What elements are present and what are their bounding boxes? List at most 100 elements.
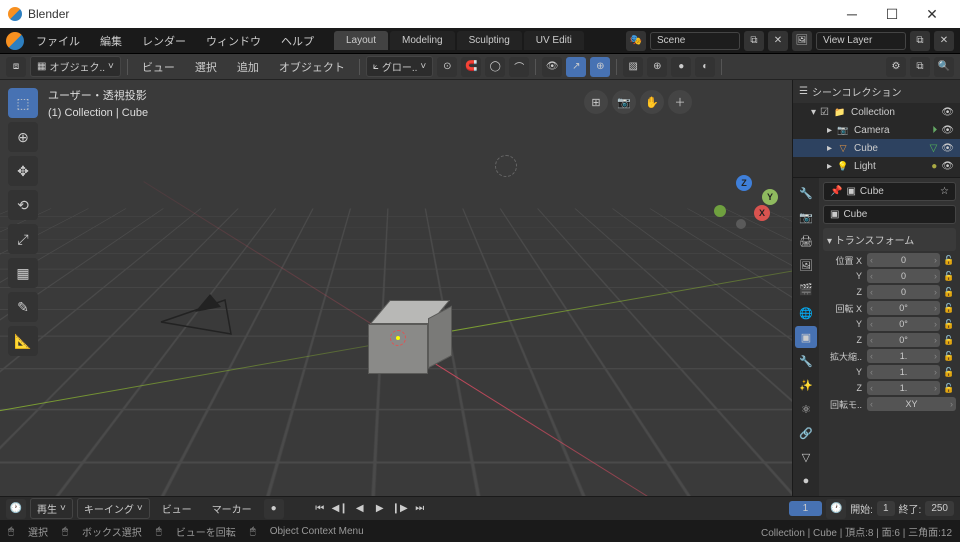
menu-help[interactable]: ヘルプ [273,30,322,52]
tab-physics[interactable]: ⚛ [795,398,817,420]
tool-move[interactable]: ✥ [8,156,38,186]
pivot-icon[interactable]: ⊙ [437,57,457,77]
timeline-view[interactable]: ビュー [154,498,200,519]
vp-grid-icon[interactable]: ⊞ [584,90,608,114]
camera-object[interactable] [155,290,245,345]
end-frame[interactable]: 250 [925,501,954,516]
rot-z-input[interactable]: 0° [867,333,940,347]
gizmo-y[interactable]: Y [762,189,778,205]
tab-layout[interactable]: Layout [334,31,388,50]
menu-select[interactable]: 選択 [187,56,225,78]
vp-pan-icon[interactable]: ✋ [640,90,664,114]
data-name-field[interactable]: ▣Cube [823,205,956,224]
minimize-button[interactable]: ─ [832,0,872,28]
scene-name-input[interactable] [650,32,740,50]
tab-material[interactable]: ● [795,470,817,492]
clock-icon[interactable]: 🕐 [826,499,846,519]
mode-select[interactable]: ▦オブジェク..˅ [30,56,121,77]
gizmo-z[interactable]: Z [736,175,752,191]
timeline-editor-icon[interactable]: 🕐 [6,499,26,519]
outliner-item-light[interactable]: ▸💡 Light ●👁 [793,157,960,175]
panel-transform-header[interactable]: ▾ トランスフォーム [823,228,956,251]
vp-camera-icon[interactable]: 📷 [612,90,636,114]
new-scene-icon[interactable]: ⧉ [744,31,764,51]
tool-measure[interactable]: 📐 [8,326,38,356]
tab-modifier[interactable]: 🔧 [795,350,817,372]
shading-solid-icon[interactable]: ● [671,57,691,77]
outliner-collection[interactable]: ▾☑📁 Collection 👁 [793,103,960,121]
snapping-icon[interactable]: ⌒ [509,57,529,77]
prev-key-icon[interactable]: ◀❙ [332,501,348,517]
filter-icon[interactable]: ⧉ [910,57,930,77]
scale-y-input[interactable]: 1. [867,365,940,379]
nav-gizmo[interactable]: Z X Y [714,175,774,235]
lock-icon[interactable]: 🔓 [942,255,956,266]
tab-scene[interactable]: 🎬 [795,278,817,300]
delete-scene-icon[interactable]: ✕ [768,31,788,51]
tab-data[interactable]: ▽ [795,446,817,468]
delete-layer-icon[interactable]: ✕ [934,31,954,51]
object-name-field[interactable]: 📌 ▣Cube ☆ [823,182,956,201]
loc-z-input[interactable]: 0 [867,285,940,299]
play-rev-icon[interactable]: ◀ [352,501,368,517]
3d-viewport[interactable]: ⬚ ⊕ ✥ ⟲ ⤢ ▦ ✎ 📐 ユーザー・透視投影 (1) Collection… [0,80,792,496]
visibility-icon[interactable]: 👁 [542,57,562,77]
tool-select-box[interactable]: ⬚ [8,88,38,118]
maximize-button[interactable]: ☐ [872,0,912,28]
scale-x-input[interactable]: 1. [867,349,940,363]
loc-y-input[interactable]: 0 [867,269,940,283]
menu-view[interactable]: ビュー [134,56,183,78]
tool-cursor[interactable]: ⊕ [8,122,38,152]
tab-constraint[interactable]: 🔗 [795,422,817,444]
browse-layer-icon[interactable]: 🖼 [792,31,812,51]
rotmode-select[interactable]: XY [867,397,956,411]
jump-end-icon[interactable]: ⏭ [412,501,428,517]
tab-uvediting[interactable]: UV Editi [524,31,584,50]
menu-render[interactable]: レンダー [134,30,194,52]
menu-window[interactable]: ウィンドウ [198,30,269,52]
menu-add[interactable]: 追加 [229,56,267,78]
menu-edit[interactable]: 編集 [92,30,130,52]
jump-start-icon[interactable]: ⏮ [312,501,328,517]
new-layer-icon[interactable]: ⧉ [910,31,930,51]
next-key-icon[interactable]: ❙▶ [392,501,408,517]
scale-z-input[interactable]: 1. [867,381,940,395]
tool-scale[interactable]: ⤢ [8,224,38,254]
editor-type-icon[interactable]: ⧈ [6,57,26,77]
loc-x-input[interactable]: 0 [867,253,940,267]
xray-icon[interactable]: ▧ [623,57,643,77]
light-object[interactable] [495,155,517,177]
keying-menu[interactable]: キーイング˅ [77,498,150,519]
shading-wire-icon[interactable]: ⊕ [647,57,667,77]
tool-transform[interactable]: ▦ [8,258,38,288]
search-icon[interactable]: 🔍 [934,57,954,77]
start-frame[interactable]: 1 [877,501,895,516]
snap-icon[interactable]: 🧲 [461,57,481,77]
gizmo-toggle-icon[interactable]: ↗ [566,57,586,77]
tool-annotate[interactable]: ✎ [8,292,38,322]
gizmo-neg-z[interactable] [736,219,746,229]
rot-y-input[interactable]: 0° [867,317,940,331]
viewlayer-input[interactable] [816,32,906,50]
tab-output[interactable]: 🖨 [795,230,817,252]
tab-particles[interactable]: ✨ [795,374,817,396]
tab-render[interactable]: 📷 [795,206,817,228]
tab-viewlayer[interactable]: 🖼 [795,254,817,276]
tool-rotate[interactable]: ⟲ [8,190,38,220]
tab-sculpting[interactable]: Sculpting [457,31,522,50]
menu-object[interactable]: オブジェクト [271,56,353,78]
shading-mat-icon[interactable]: ◐ [695,57,715,77]
autokey-icon[interactable]: ● [264,499,284,519]
vp-zoom-icon[interactable]: ＋ [668,90,692,114]
play-icon[interactable]: ▶ [372,501,388,517]
app-menu-icon[interactable] [6,32,24,50]
browse-scene-icon[interactable]: 🎭 [626,31,646,51]
gizmo-neg-y[interactable] [714,205,726,217]
rot-x-input[interactable]: 0° [867,301,940,315]
tab-object[interactable]: ▣ [795,326,817,348]
pin-icon[interactable]: 📌 [830,186,842,197]
menu-file[interactable]: ファイル [28,30,88,52]
orientation-select[interactable]: ⟀グロー..˅ [366,56,433,77]
outliner-item-cube[interactable]: ▸▽ Cube ▽👁 [793,139,960,157]
tab-tool[interactable]: 🔧 [795,182,817,204]
